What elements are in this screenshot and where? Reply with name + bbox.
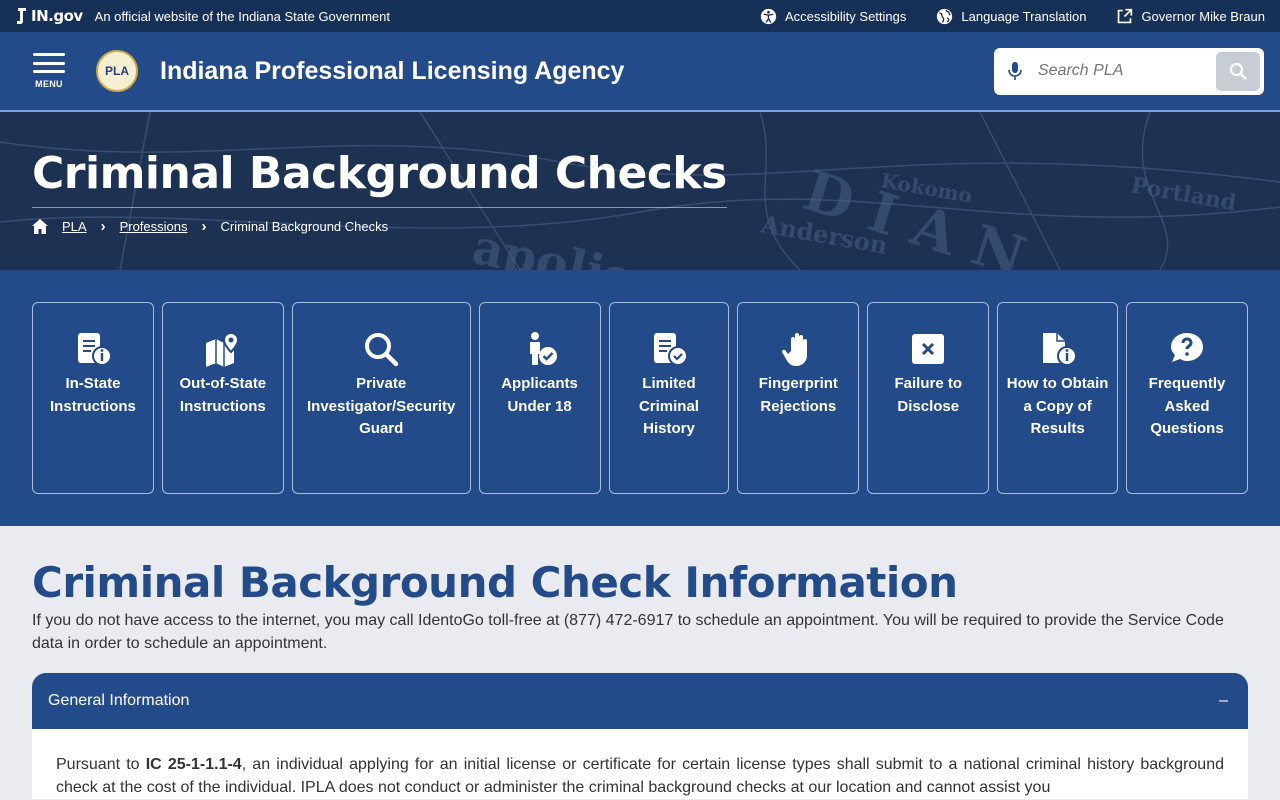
in-gov-logo[interactable]: IN.gov bbox=[16, 7, 83, 25]
accordion-body: Pursuant to IC 25-1-1.1-4, an individual… bbox=[32, 729, 1248, 799]
document-info-icon bbox=[77, 333, 112, 366]
breadcrumb: PLA › Professions › Criminal Background … bbox=[32, 218, 1248, 235]
tile-fingerprint-rejections[interactable]: Fingerprint Rejections bbox=[737, 302, 860, 494]
tile-in-state-instructions[interactable]: In-State Instructions bbox=[32, 302, 154, 494]
external-link-icon bbox=[1118, 8, 1133, 23]
in-gov-mark-icon bbox=[17, 8, 26, 24]
tile-label: Applicants Under 18 bbox=[501, 375, 578, 415]
tile-limited-criminal-history[interactable]: Limited Criminal History bbox=[608, 302, 730, 494]
breadcrumb-current: Criminal Background Checks bbox=[220, 219, 389, 234]
seal-text: PLA bbox=[105, 64, 129, 78]
pla-seal-logo[interactable]: PLA bbox=[96, 50, 138, 92]
tile-failure-to-disclose[interactable]: Failure to Disclose bbox=[867, 302, 990, 494]
governor-link[interactable]: Governor Mike Braun bbox=[1116, 8, 1265, 25]
x-box-icon bbox=[912, 334, 945, 364]
search-input[interactable] bbox=[1038, 62, 1216, 80]
tile-how-to-obtain-copy-of-results[interactable]: How to Obtain a Copy of Results bbox=[997, 302, 1119, 494]
map-pin-icon bbox=[205, 331, 239, 367]
search-box bbox=[994, 47, 1264, 95]
home-icon[interactable] bbox=[32, 219, 48, 234]
tile-label: In-State Instructions bbox=[50, 375, 136, 415]
accordion-title: General Information bbox=[48, 692, 190, 709]
quick-links-band: In-State Instructions Out-of-State Instr… bbox=[0, 270, 1280, 526]
main-content: Criminal Background Check Information If… bbox=[0, 526, 1280, 799]
chevron-right-icon: › bbox=[201, 218, 207, 235]
tile-label: Frequently Asked Questions bbox=[1148, 375, 1226, 437]
top-utility-bar: IN.gov An official website of the Indian… bbox=[0, 0, 1280, 32]
in-gov-logo-text: IN.gov bbox=[31, 7, 83, 25]
language-translation-label: Language Translation bbox=[961, 8, 1087, 24]
hero-banner: apolis D I A N Anderson Portland Kokomo … bbox=[0, 112, 1280, 270]
hand-icon bbox=[782, 333, 808, 366]
tile-label: Private Investigator/Security Guard bbox=[307, 375, 456, 437]
tile-applicants-under-18[interactable]: Applicants Under 18 bbox=[478, 302, 601, 494]
collapse-icon[interactable]: – bbox=[1219, 692, 1228, 710]
statute-link[interactable]: IC 25-1-1.1-4 bbox=[146, 756, 242, 773]
tile-label: Fingerprint Rejections bbox=[758, 375, 838, 415]
tile-frequently-asked-questions[interactable]: Frequently Asked Questions bbox=[1126, 302, 1248, 494]
accordion-header[interactable]: General Information – bbox=[32, 673, 1248, 729]
accessibility-settings-link[interactable]: Accessibility Settings bbox=[760, 8, 906, 25]
document-check-icon bbox=[653, 333, 688, 366]
page-title: Criminal Background Checks bbox=[32, 148, 727, 208]
search-button[interactable] bbox=[1216, 51, 1260, 91]
search-icon bbox=[365, 333, 399, 367]
section-heading: Criminal Background Check Information bbox=[32, 558, 958, 607]
body-text-prefix: Pursuant to bbox=[56, 756, 146, 773]
hamburger-icon bbox=[33, 53, 65, 73]
agency-name[interactable]: Indiana Professional Licensing Agency bbox=[160, 57, 624, 86]
search-icon bbox=[1229, 62, 1247, 80]
tile-label: Out-of-State Instructions bbox=[179, 375, 267, 415]
tile-label: How to Obtain a Copy of Results bbox=[1006, 375, 1109, 437]
chevron-right-icon: › bbox=[100, 218, 106, 235]
accordion-general-information: General Information – Pursuant to IC 25-… bbox=[32, 673, 1248, 799]
tile-private-investigator-security-guard[interactable]: Private Investigator/Security Guard bbox=[291, 302, 471, 494]
breadcrumb-pla[interactable]: PLA bbox=[62, 219, 87, 234]
person-check-icon bbox=[529, 332, 557, 365]
governor-link-label: Governor Mike Braun bbox=[1141, 8, 1265, 24]
globe-icon bbox=[937, 8, 953, 24]
intro-paragraph: If you do not have access to the interne… bbox=[32, 612, 1224, 652]
tile-out-of-state-instructions[interactable]: Out-of-State Instructions bbox=[161, 302, 284, 494]
official-website-text: An official website of the Indiana State… bbox=[94, 8, 390, 24]
menu-label: MENU bbox=[35, 79, 63, 89]
menu-button[interactable]: MENU bbox=[32, 53, 66, 89]
breadcrumb-professions[interactable]: Professions bbox=[120, 219, 188, 234]
accessibility-settings-label: Accessibility Settings bbox=[785, 8, 907, 24]
microphone-icon[interactable] bbox=[1008, 62, 1022, 80]
language-translation-link[interactable]: Language Translation bbox=[936, 8, 1086, 25]
question-bubble-icon bbox=[1171, 333, 1204, 362]
tile-label: Limited Criminal History bbox=[638, 375, 699, 437]
tile-label: Failure to Disclose bbox=[894, 375, 962, 415]
file-info-icon bbox=[1042, 333, 1077, 366]
site-header: MENU PLA Indiana Professional Licensing … bbox=[0, 32, 1280, 112]
accessibility-icon bbox=[760, 8, 777, 24]
